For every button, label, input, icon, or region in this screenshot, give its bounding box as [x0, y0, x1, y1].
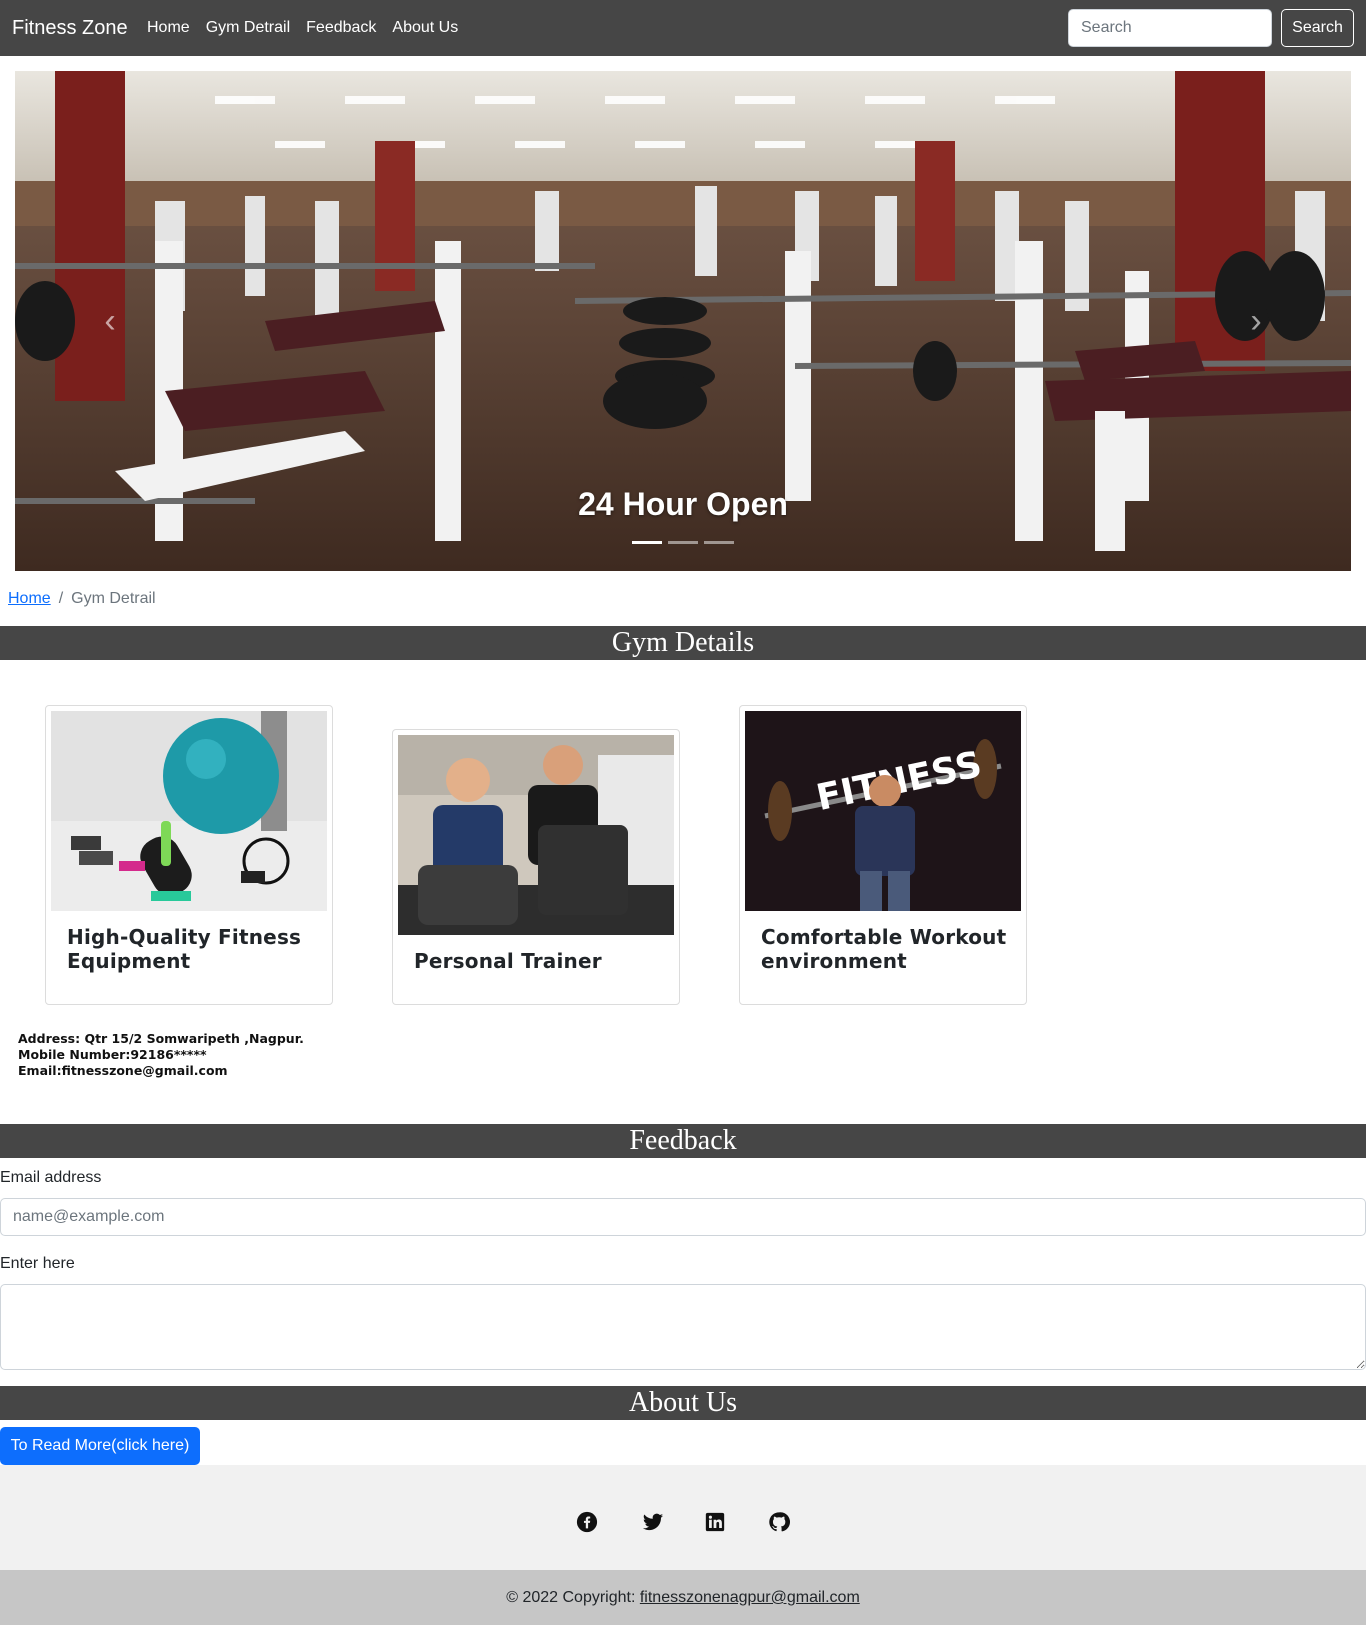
message-label: Enter here [0, 1255, 75, 1272]
twitter-icon[interactable] [642, 1511, 664, 1533]
contact-info: Address: Qtr 15/2 Somwaripeth ,Nagpur. M… [18, 1031, 304, 1079]
carousel-indicator-2[interactable] [668, 541, 698, 544]
nav-link-gym-detail[interactable]: Gym Detrail [206, 17, 290, 39]
nav-link-about-us[interactable]: About Us [392, 17, 458, 39]
gym-details-heading: Gym Details [0, 626, 1366, 660]
contact-mobile: Mobile Number:92186***** [18, 1047, 207, 1062]
nav-links: Home Gym Detrail Feedback About Us [147, 17, 458, 39]
card-trainer: Personal Trainer [392, 729, 680, 1005]
card-equipment-image [51, 711, 327, 911]
footer-social [0, 1465, 1366, 1570]
breadcrumb-current: Gym Detrail [71, 590, 156, 607]
chevron-left-icon: ‹ [104, 301, 116, 340]
feedback-heading: Feedback [0, 1124, 1366, 1158]
email-label: Email address [0, 1169, 102, 1186]
email-field[interactable] [0, 1198, 1366, 1236]
nav-link-home[interactable]: Home [147, 17, 190, 39]
copyright-text: © 2022 Copyright: [506, 1589, 640, 1606]
breadcrumb: Home / Gym Detrail [8, 588, 156, 610]
card-environment: FITNESS Comfortable Workout environment [739, 705, 1027, 1005]
breadcrumb-home-link[interactable]: Home [8, 588, 51, 610]
contact-email: Email:fitnesszone@gmail.com [18, 1063, 228, 1078]
contact-address: Address: Qtr 15/2 Somwaripeth ,Nagpur. [18, 1031, 304, 1046]
message-textarea[interactable] [0, 1284, 1366, 1370]
card-equipment: High-Quality Fitness Equipment [45, 705, 333, 1005]
facebook-icon[interactable] [576, 1511, 598, 1533]
breadcrumb-separator: / [58, 590, 64, 607]
search-input[interactable] [1068, 9, 1272, 47]
search-button[interactable]: Search [1281, 9, 1354, 47]
copyright-email-link[interactable]: fitnesszonenagpur@gmail.com [640, 1589, 860, 1606]
carousel-caption: 24 Hour Open [578, 486, 788, 522]
footer-copyright: © 2022 Copyright: fitnesszonenagpur@gmai… [0, 1570, 1366, 1625]
read-more-button[interactable]: To Read More(click here) [0, 1427, 200, 1465]
brand-logo[interactable]: Fitness Zone [12, 15, 128, 41]
github-icon[interactable] [768, 1511, 790, 1533]
chevron-right-icon: › [1250, 301, 1262, 340]
card-trainer-image [398, 735, 674, 935]
nav-link-feedback[interactable]: Feedback [306, 17, 376, 39]
carousel-indicator-1[interactable] [632, 541, 662, 544]
card-trainer-title: Personal Trainer [414, 949, 602, 973]
about-us-heading: About Us [0, 1386, 1366, 1420]
card-environment-title: Comfortable Workout environment [761, 925, 1007, 973]
linkedin-icon[interactable] [704, 1511, 726, 1533]
carousel-indicator-3[interactable] [704, 541, 734, 544]
card-equipment-title: High-Quality Fitness Equipment [67, 925, 302, 973]
card-environment-image: FITNESS [745, 711, 1021, 911]
carousel-indicators [0, 541, 1366, 544]
navbar: Fitness Zone Home Gym Detrail Feedback A… [0, 0, 1366, 56]
